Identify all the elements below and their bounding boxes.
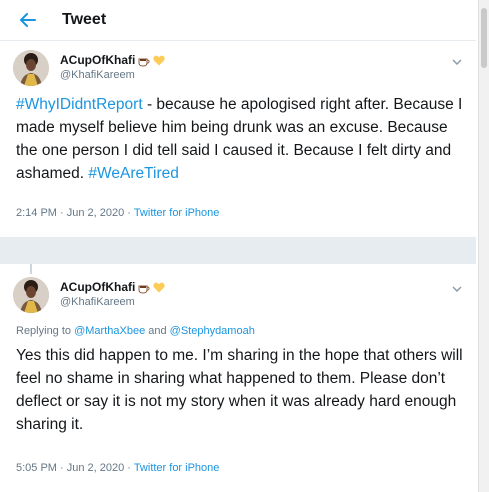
timestamp[interactable]: 5:05 PM · Jun 2, 2020 · <box>16 462 134 474</box>
avatar[interactable] <box>13 277 49 313</box>
display-name-row[interactable]: ACupOfKhafi <box>60 53 165 68</box>
avatar[interactable] <box>13 50 49 86</box>
more-options-button[interactable] <box>450 55 464 69</box>
avatar-image <box>13 277 49 313</box>
back-button[interactable] <box>16 8 40 32</box>
mention-link[interactable]: @MarthaXbee <box>74 325 145 337</box>
tweet-meta: 2:14 PM · Jun 2, 2020 · Twitter for iPho… <box>16 206 219 220</box>
coffee-icon <box>138 282 150 294</box>
display-name[interactable]: ACupOfKhafi <box>60 53 135 68</box>
more-options-button[interactable] <box>450 282 464 296</box>
yellow-heart-icon <box>153 55 165 66</box>
avatar-image <box>13 50 49 86</box>
tweet-separator <box>0 237 476 264</box>
source-link[interactable]: Twitter for iPhone <box>134 207 220 219</box>
hashtag-link[interactable]: #WeAreTired <box>88 165 178 182</box>
author-info: ACupOfKhafi @KhafiKareem <box>60 280 165 310</box>
handle[interactable]: @KhafiKareem <box>60 68 165 83</box>
scrollbar[interactable] <box>478 0 489 492</box>
page-title: Tweet <box>62 11 107 28</box>
mention-link[interactable]: @Stephydamoah <box>170 325 255 337</box>
display-name[interactable]: ACupOfKhafi <box>60 280 135 295</box>
yellow-heart-icon <box>153 282 165 293</box>
timestamp[interactable]: 2:14 PM · Jun 2, 2020 · <box>16 207 134 219</box>
hashtag-link[interactable]: #WhyIDidntReport <box>16 96 143 113</box>
tweet-main: ACupOfKhafi @KhafiKareem #WhyIDidntRepor… <box>0 41 476 237</box>
display-name-row[interactable]: ACupOfKhafi <box>60 280 165 295</box>
chevron-down-icon <box>452 59 462 65</box>
source-link[interactable]: Twitter for iPhone <box>134 462 220 474</box>
thread-line <box>30 264 32 274</box>
tweet-text: #WhyIDidntReport - because he apologised… <box>16 93 468 185</box>
scrollbar-thumb[interactable] <box>481 8 487 68</box>
tweet-text: Yes this did happen to me. I’m sharing i… <box>16 347 463 433</box>
tweet-meta: 5:05 PM · Jun 2, 2020 · Twitter for iPho… <box>16 461 219 475</box>
tweet-reply: ACupOfKhafi @KhafiKareem Replying to @Ma… <box>0 264 476 492</box>
replying-to: Replying to @MarthaXbee and @Stephydamoa… <box>16 324 255 338</box>
chevron-down-icon <box>452 286 462 292</box>
replying-prefix: Replying to <box>16 325 75 337</box>
handle[interactable]: @KhafiKareem <box>60 295 165 310</box>
author-info: ACupOfKhafi @KhafiKareem <box>60 53 165 83</box>
replying-and: and <box>145 325 170 337</box>
coffee-icon <box>138 55 150 67</box>
top-bar: Tweet <box>0 0 476 41</box>
arrow-left-icon <box>20 13 36 27</box>
